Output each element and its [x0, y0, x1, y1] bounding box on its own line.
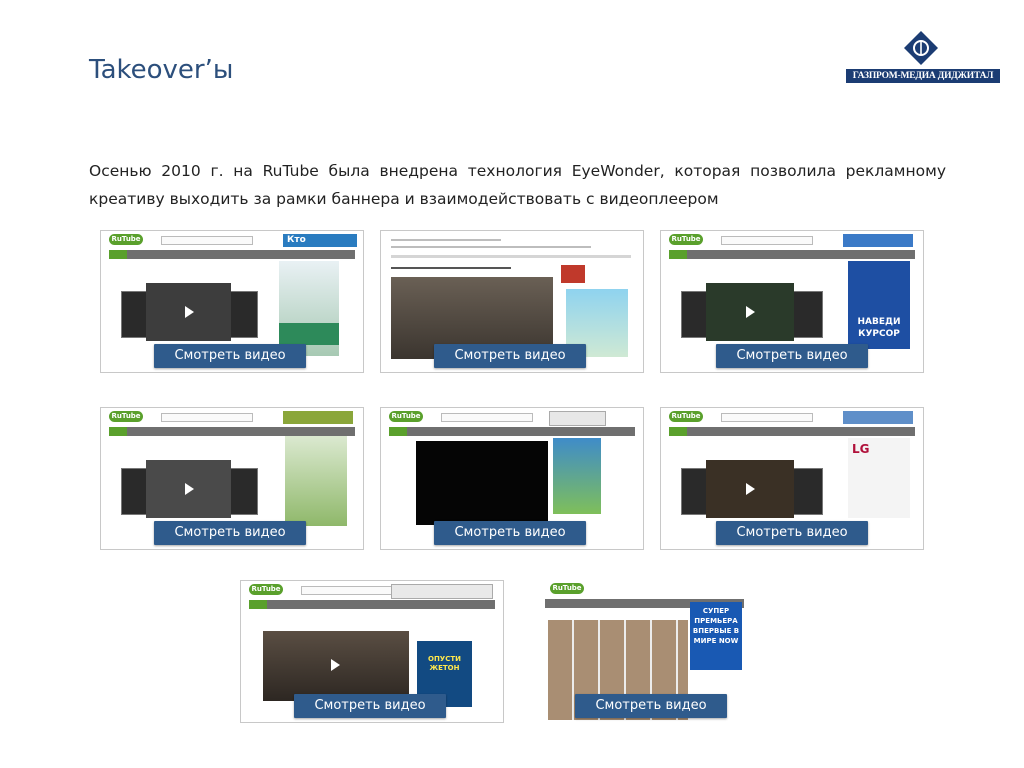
ad-banner [391, 584, 493, 599]
search-bar [721, 413, 813, 422]
search-bar [301, 586, 393, 595]
search-bar [161, 236, 253, 245]
ad-banner [549, 411, 606, 426]
play-icon [746, 306, 755, 318]
takeover-ad: LG [848, 438, 910, 518]
watch-video-button-8[interactable]: Смотреть видео [575, 694, 727, 718]
rutube-logo: RuTube [109, 411, 143, 422]
ad-banner [843, 411, 913, 424]
ad-banner: Кто [283, 234, 357, 247]
rutube-logo: RuTube [669, 411, 703, 422]
watch-video-button-2[interactable]: Смотреть видео [434, 344, 586, 368]
brand-name: ГАЗПРОМ-МЕДИА ДИДЖИТАЛ [846, 69, 1000, 83]
watch-video-button-1[interactable]: Смотреть видео [154, 344, 306, 368]
search-bar [441, 413, 533, 422]
ad-banner [561, 265, 585, 283]
takeover-ad: наведи курсор [848, 261, 910, 349]
rutube-logo: RuTube [249, 584, 283, 595]
search-bar [161, 413, 253, 422]
takeover-ad [285, 436, 347, 526]
nav-bar [669, 250, 915, 259]
nav-bar [389, 427, 635, 436]
video-player [416, 441, 548, 525]
watch-video-button-4[interactable]: Смотреть видео [154, 521, 306, 545]
play-icon [746, 483, 755, 495]
watch-video-button-3[interactable]: Смотреть видео [716, 344, 868, 368]
ad-banner [283, 411, 353, 424]
nav-bar [109, 250, 355, 259]
watch-video-button-7[interactable]: Смотреть видео [294, 694, 446, 718]
rutube-logo: RuTube [389, 411, 423, 422]
takeover-ad: СУПЕР ПРЕМЬЕРА ВПЕРВЫЕ В МИРЕ NOW [690, 602, 742, 670]
rutube-logo: RuTube [669, 234, 703, 245]
play-icon [185, 306, 194, 318]
ad-banner [843, 234, 913, 247]
play-icon [331, 659, 340, 671]
gazprom-media-logo: ГАЗПРОМ-МЕДИА ДИДЖИТАЛ [846, 28, 1002, 86]
nav-bar [109, 427, 355, 436]
rutube-logo: RuTube [109, 234, 143, 245]
rutube-logo: RuTube [550, 583, 584, 594]
takeover-ad [553, 438, 601, 514]
search-bar [721, 236, 813, 245]
description-text: Осенью 2010 г. на RuTube была внедрена т… [89, 162, 946, 208]
gazprom-diamond-icon [904, 31, 938, 65]
play-icon [185, 483, 194, 495]
nav-bar [249, 600, 495, 609]
watch-video-button-5[interactable]: Смотреть видео [434, 521, 586, 545]
slide-title: Takeover’ы [89, 55, 234, 85]
nav-bar [669, 427, 915, 436]
watch-video-button-6[interactable]: Смотреть видео [716, 521, 868, 545]
